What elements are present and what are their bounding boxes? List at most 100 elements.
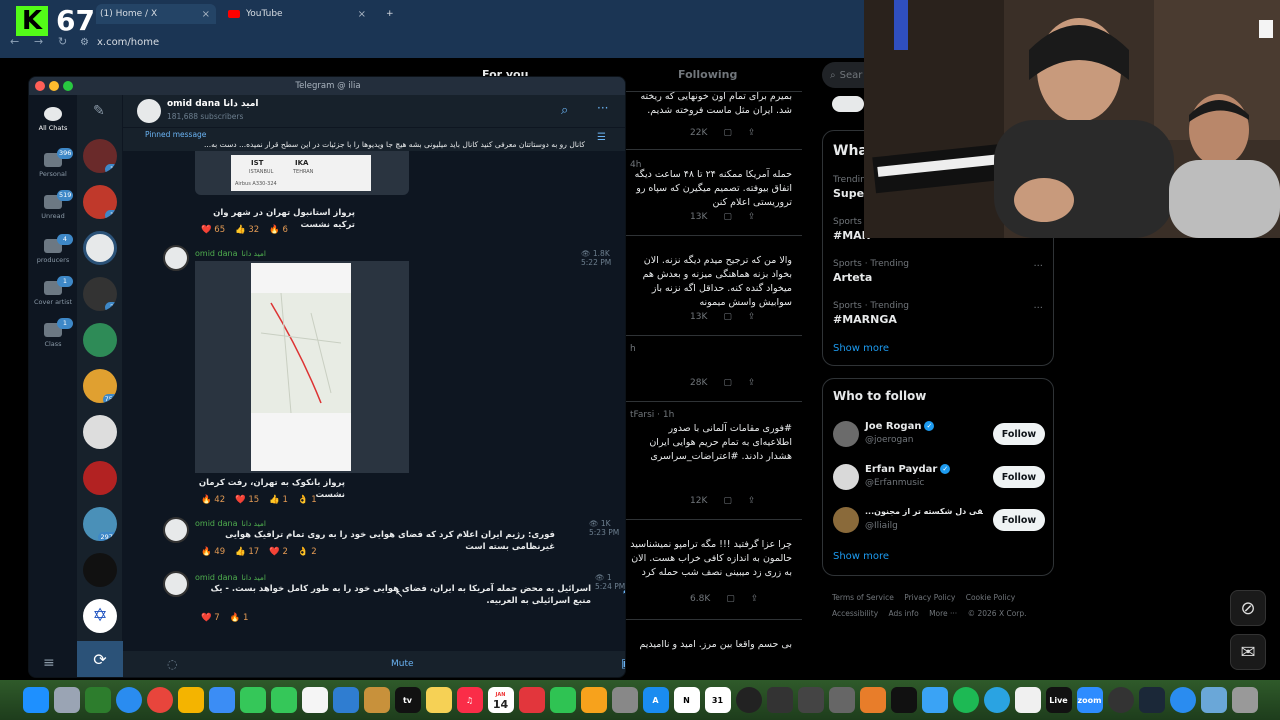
search-icon[interactable]: ⌕ (561, 103, 568, 118)
more-icon[interactable]: ··· (1033, 261, 1043, 272)
zoom-window-button[interactable] (63, 81, 73, 91)
gift-icon[interactable]: ▣ (621, 656, 625, 670)
pen-tool-icon[interactable] (890, 687, 917, 713)
chat-avatar[interactable]: 751 (83, 369, 117, 403)
reactions[interactable]: 🔥 49 👍 17 ❤️ 2 👌 2 (201, 547, 317, 557)
mail-icon[interactable]: ✉ (1230, 634, 1266, 670)
chat-avatar[interactable] (83, 323, 117, 357)
chat-avatar[interactable]: ✡ (83, 599, 117, 633)
discord-icon[interactable] (1107, 687, 1134, 713)
avatar[interactable] (833, 464, 859, 490)
stickies-icon[interactable] (425, 687, 452, 713)
launchpad-icon[interactable] (53, 687, 80, 713)
final-cut-icon[interactable] (859, 687, 886, 713)
finder-icon[interactable] (22, 687, 49, 713)
folder-all-chats[interactable]: All Chats (29, 107, 77, 132)
footer-link[interactable]: Cookie Policy (966, 593, 1015, 602)
back-icon[interactable]: ← (10, 35, 19, 48)
x-post[interactable]: 4h حمله آمریکا ممکنه ۲۴ تا ۴۸ ساعت دیگه … (626, 152, 802, 236)
share-icon[interactable]: ⇪ (748, 312, 756, 322)
messages-icon[interactable] (270, 687, 297, 713)
bookmark-icon[interactable]: ▢ (723, 212, 732, 222)
pinned-message-bar[interactable]: Pinned message کانال رو به دوستاتتان معر… (123, 127, 625, 151)
message-sender[interactable]: omid dana امید دانا (195, 573, 266, 582)
site-settings-icon[interactable]: ⚙ (80, 37, 89, 48)
share-icon[interactable]: ⇪ (748, 378, 756, 388)
more-icon[interactable]: ··· (1033, 303, 1043, 314)
reaction[interactable]: ❤️ 65 (201, 225, 225, 235)
zoom-icon[interactable]: zoom (1076, 687, 1103, 713)
follow-suggestion[interactable]: Joe Rogan ✓ @joerogan Follow (833, 419, 1045, 453)
channel-title[interactable]: omid dana امید دانا (167, 99, 259, 109)
chrome-icon[interactable] (146, 687, 173, 713)
refresh-icon[interactable]: ⟳ (77, 641, 123, 677)
reaction[interactable]: 👍 17 (235, 547, 259, 557)
drawing-app-icon[interactable] (332, 687, 359, 713)
folder-app-icon[interactable] (363, 687, 390, 713)
chat-avatar[interactable]: 1 (83, 139, 117, 173)
pinned-list-icon[interactable]: ☰ (597, 132, 606, 143)
footer-link[interactable]: Ads info (889, 609, 919, 618)
reaction[interactable]: ❤️ 15 (235, 495, 259, 505)
bookmark-icon[interactable]: ▢ (723, 378, 732, 388)
script-icon[interactable] (1014, 687, 1041, 713)
downloads-folder-icon[interactable] (1200, 687, 1227, 713)
chat-avatar[interactable]: 2 (83, 277, 117, 311)
safari-icon[interactable] (115, 687, 142, 713)
folder-cover-artist[interactable]: 1 Cover artist (29, 276, 77, 306)
message-avatar[interactable] (163, 245, 189, 271)
forward-icon[interactable]: → (34, 35, 43, 48)
photos-icon[interactable] (177, 687, 204, 713)
compose-icon[interactable]: ✎ (93, 103, 105, 119)
message-sender[interactable]: omid dana امید دانا (195, 519, 266, 528)
tab-x-home[interactable]: (1) Home / X × (96, 4, 216, 24)
reaction[interactable]: 🔥 6 (269, 225, 288, 235)
message-image[interactable]: IST IKA ISTANBUL TEHRAN Airbus A330-324 (195, 151, 409, 195)
obs-icon[interactable] (735, 687, 762, 713)
x-post[interactable]: بمیرم برای تمام اون خونهایی که ریخته شد.… (626, 88, 802, 150)
folder-personal[interactable]: 396 Personal (29, 148, 77, 178)
xcode-like-icon[interactable] (84, 687, 111, 713)
reaction[interactable]: 🔥 42 (201, 495, 225, 505)
reaction[interactable]: 👌 2 (298, 547, 317, 557)
trash-icon[interactable] (1231, 687, 1258, 713)
close-icon[interactable]: × (202, 9, 210, 20)
news-icon[interactable] (518, 687, 545, 713)
reaction[interactable]: 👌 1 (298, 495, 317, 505)
reactions[interactable]: ❤️ 7 🔥 1 (201, 613, 248, 623)
forward-icon[interactable]: ➦ (623, 585, 625, 598)
x-post[interactable]: بی حسم واقعا بین مرز. امید و ناامیدیم (626, 622, 802, 680)
mail-app-icon[interactable] (208, 687, 235, 713)
logic-icon[interactable] (766, 687, 793, 713)
show-more-link[interactable]: Show more (833, 551, 889, 562)
follow-suggestion[interactable]: Erfan Paydar ✓ @Erfanmusic Follow (833, 462, 1045, 496)
numbers-icon[interactable] (549, 687, 576, 713)
message-avatar[interactable] (163, 571, 189, 597)
freeform-icon[interactable] (301, 687, 328, 713)
system-icon[interactable] (611, 687, 638, 713)
follow-button[interactable]: Follow (993, 423, 1045, 445)
more-icon[interactable]: ··· (597, 101, 608, 115)
share-icon[interactable]: ⇪ (748, 212, 756, 222)
x-post[interactable]: h (626, 338, 802, 402)
message-sender[interactable]: omid dana امید دانا (195, 249, 266, 258)
reactions[interactable]: 🔥 42 ❤️ 15 👍 1 👌 1 (201, 495, 317, 505)
chat-avatar-selected[interactable] (83, 231, 117, 265)
app-store-icon[interactable]: A (642, 687, 669, 713)
music-icon[interactable]: ♫ (456, 687, 483, 713)
steam-icon[interactable] (1138, 687, 1165, 713)
share-icon[interactable]: ⇪ (751, 594, 759, 604)
bookmark-icon[interactable]: ▢ (723, 128, 732, 138)
folder-class[interactable]: 1 Class (29, 318, 77, 348)
pages-icon[interactable] (580, 687, 607, 713)
footer-link[interactable]: More ··· (929, 609, 957, 618)
reaction[interactable]: 🔥 49 (201, 547, 225, 557)
bookmark-icon[interactable]: ▢ (723, 312, 732, 322)
mute-button[interactable]: Mute (391, 659, 414, 669)
telegram-app-icon[interactable] (983, 687, 1010, 713)
close-window-button[interactable] (35, 81, 45, 91)
channel-avatar[interactable] (137, 99, 161, 123)
message-image[interactable] (195, 261, 409, 473)
share-icon[interactable]: ⇪ (748, 128, 756, 138)
reaction[interactable]: ❤️ 7 (201, 613, 220, 623)
